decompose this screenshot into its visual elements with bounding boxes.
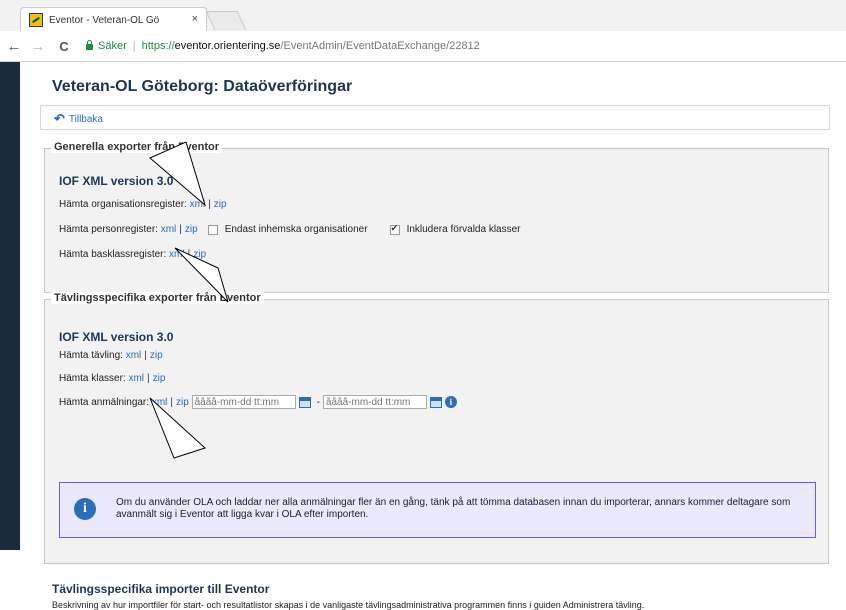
back-label: Tillbaka [68,113,103,125]
person-register-label: Hämta personregister: [59,224,158,235]
browser-tabstrip: Eventor - Veteran-OL Gö × [0,0,846,32]
baseclass-register-label: Hämta basklassregister: [59,249,167,260]
org-xml-link[interactable]: xml [190,199,206,210]
event-zip-link[interactable]: zip [150,350,163,361]
general-exports-section: Generella exporter från Eventor IOF XML … [44,141,829,293]
page-title: Veteran-OL Göteborg: Dataöverföringar [52,78,353,95]
pipe-separator: | [170,396,173,408]
back-bar: ↶ Tillbaka [40,105,830,130]
new-tab-button[interactable] [205,11,247,30]
ola-notice: i Om du använder OLA och laddar ner alla… [59,482,816,538]
forward-arrow-icon[interactable]: → [28,38,48,55]
pipe-separator: | [187,249,191,260]
person-zip-link[interactable]: zip [185,224,198,235]
person-xml-link[interactable]: xml [161,224,177,235]
tab-close-icon[interactable]: × [192,13,198,25]
classes-label: Hämta klasser: [59,373,126,384]
info-icon[interactable]: i [444,396,457,408]
back-arrow-icon[interactable]: ← [4,38,24,55]
lock-icon [86,40,93,50]
classes-xml-link[interactable]: xml [128,373,144,384]
browser-toolbar: ← → C Säker | https:// eventor.orienteri… [0,31,846,62]
competition-exports-legend: Tävlingsspecifika exporter från Eventor [51,292,264,304]
pipe-separator: | [208,199,211,210]
competition-exports-section: Tävlingsspecifika exporter från Eventor … [44,292,829,564]
include-default-classes-label: Inkludera förvalda klasser [406,224,521,235]
pipe-separator: | [144,350,147,361]
event-xml-link[interactable]: xml [126,350,142,361]
secure-label: Säker [98,40,127,52]
page-left-bar [0,62,20,550]
tab-title: Eventor - Veteran-OL Gö [49,14,160,26]
domestic-only-label: Endast inhemska organisationer [224,224,368,235]
imports-description: Beskrivning av hur importfiler för start… [52,600,645,610]
info-icon: i [74,498,96,520]
baseclass-xml-link[interactable]: xml [169,249,185,260]
ola-notice-text: Om du använder OLA och laddar ner alla a… [116,497,791,520]
competition-iof-heading: IOF XML version 3.0 [59,330,174,344]
event-label: Hämta tävling: [59,350,123,361]
general-exports-legend: Generella exporter från Eventor [51,141,223,153]
include-default-classes-checkbox[interactable] [389,223,400,235]
eventor-favicon-icon [29,13,43,27]
org-register-label: Hämta organisationsregister: [59,199,187,210]
pipe-separator: | [179,224,182,235]
general-iof-heading: IOF XML version 3.0 [59,174,174,188]
baseclass-zip-link[interactable]: zip [193,249,206,260]
person-register-row: Hämta personregister: xml | zip Endast i… [59,223,521,236]
entries-label: Hämta anmälningar: [59,396,150,408]
back-link[interactable]: ↶ Tillbaka [54,111,103,127]
imports-title: Tävlingsspecifika importer till Eventor [52,582,270,596]
baseclass-register-row: Hämta basklassregister: xml | zip [59,249,206,260]
date-range-dash: - [316,396,320,408]
org-zip-link[interactable]: zip [214,199,227,210]
address-separator: | [132,40,136,52]
undo-arrow-icon: ↶ [54,111,65,126]
entries-to-date-input[interactable] [322,395,427,409]
entries-zip-link[interactable]: zip [176,397,189,408]
url-scheme: https:// [141,40,175,52]
entries-row: Hämta anmälningar: xml | zip - i [59,395,457,409]
url-host: eventor.orientering.se [174,40,281,52]
entries-xml-link[interactable]: xml [152,397,168,408]
calendar-icon[interactable] [298,396,311,408]
reload-icon[interactable]: C [54,39,74,54]
browser-tab[interactable]: Eventor - Veteran-OL Gö × [20,7,207,32]
domestic-only-checkbox[interactable] [207,224,218,235]
event-row: Hämta tävling: xml | zip [59,350,163,361]
address-bar[interactable]: Säker | https:// eventor.orientering.se … [82,36,846,56]
classes-row: Hämta klasser: xml | zip [59,373,165,384]
calendar-icon[interactable] [429,396,442,408]
org-register-row: Hämta organisationsregister: xml | zip [59,199,227,210]
pipe-separator: | [147,373,150,384]
entries-from-date-input[interactable] [191,395,296,409]
url-path: /EventAdmin/EventDataExchange/22812 [280,40,480,52]
classes-zip-link[interactable]: zip [153,373,166,384]
